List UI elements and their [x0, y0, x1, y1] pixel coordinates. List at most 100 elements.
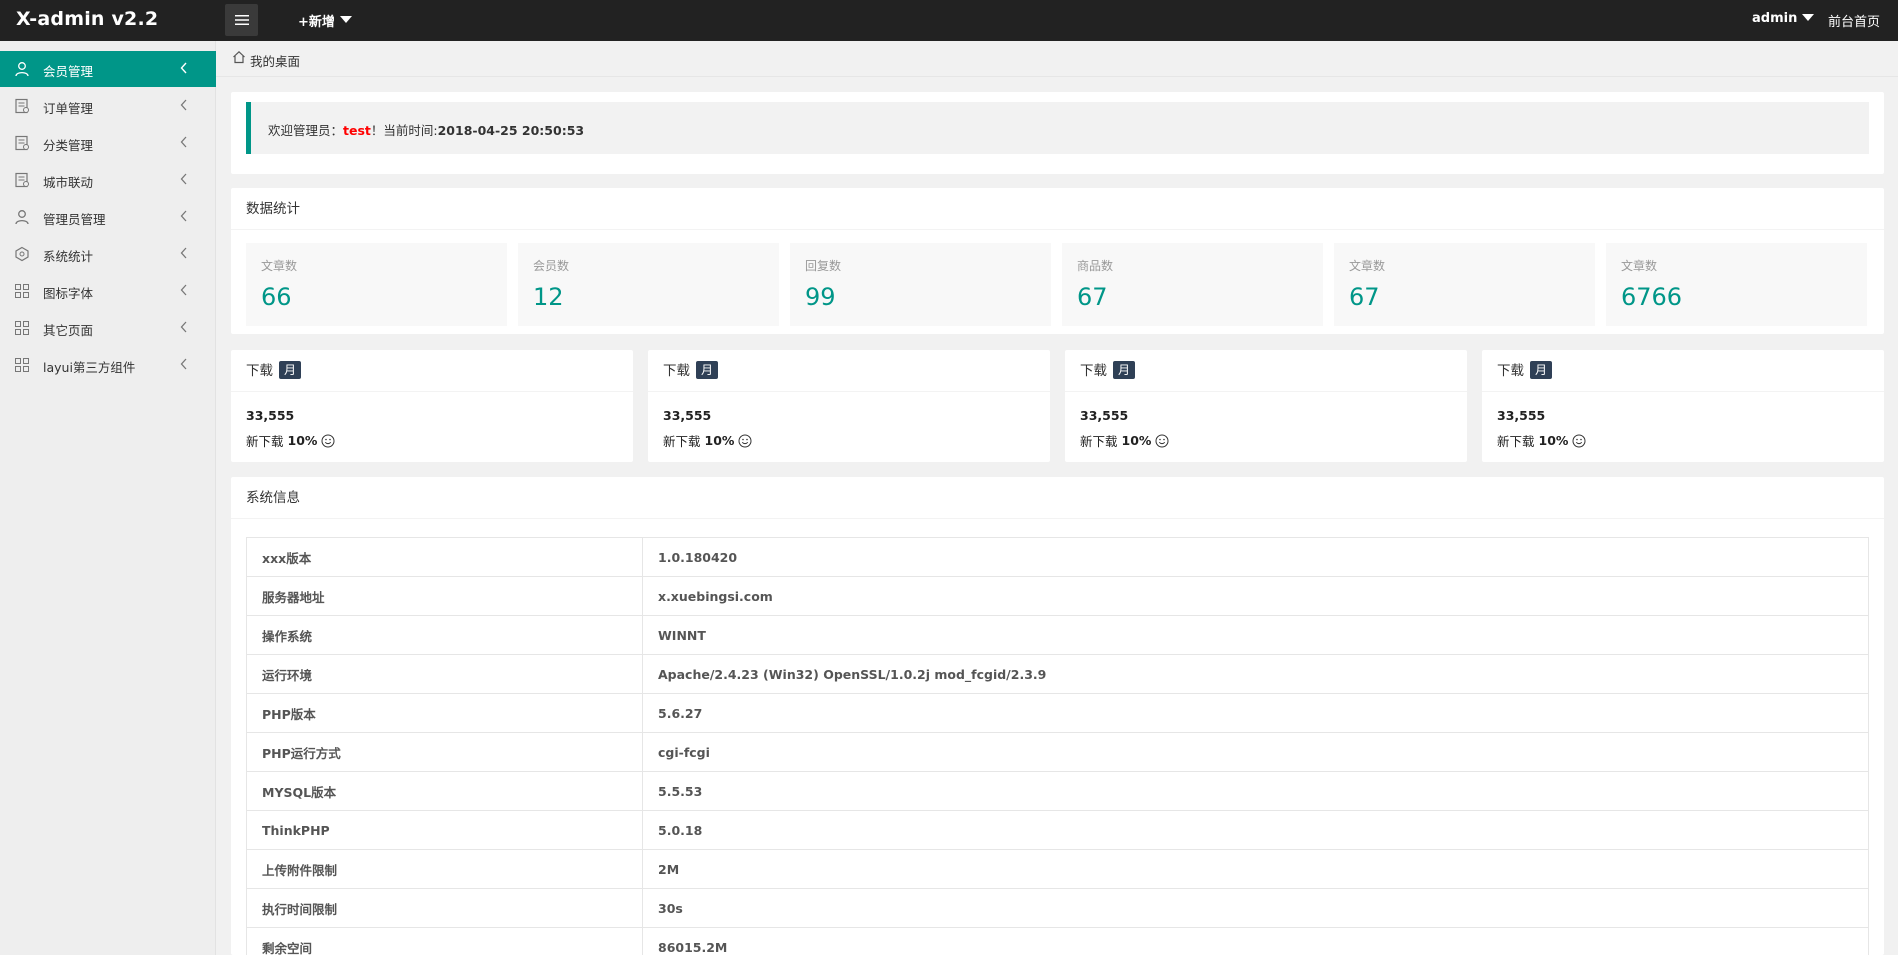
table-row: 执行时间限制 30s [246, 888, 1869, 928]
stat-label: 文章数 [1349, 259, 1386, 273]
info-value: x.xuebingsi.com [642, 576, 1869, 616]
table-row: MYSQL版本 5.5.53 [246, 771, 1869, 811]
stat-box[interactable]: 会员数 12 [518, 243, 779, 326]
table-row: 上传附件限制 2M [246, 849, 1869, 889]
info-key: 剩余空间 [246, 927, 643, 955]
stat-box[interactable]: 回复数 99 [790, 243, 1051, 326]
sidebar: 会员管理 订单管理 分类管理 城市联动 管理员管理 系统统计 图标字体 其它页面 [0, 41, 216, 955]
info-key: 执行时间限制 [246, 888, 643, 928]
sysinfo-table: xxx版本 1.0.180420 服务器地址 x.xuebingsi.com 操作系… [246, 537, 1869, 955]
sidebar-item-label: 会员管理 [43, 64, 94, 79]
chevron-left-icon [180, 284, 187, 296]
sidebar-item-other-pages[interactable]: 其它页面 [0, 310, 216, 346]
table-row: 剩余空间 86015.2M [246, 927, 1869, 955]
info-key: PHP运行方式 [246, 732, 643, 772]
sidebar-item-label: 城市联动 [43, 175, 94, 190]
table-row: xxx版本 1.0.180420 [246, 537, 1869, 577]
stat-value: 99 [805, 283, 836, 311]
sidebar-item-admin[interactable]: 管理员管理 [0, 199, 216, 235]
stat-value: 12 [533, 283, 564, 311]
stat-box[interactable]: 文章数 66 [246, 243, 507, 326]
category-icon [15, 135, 29, 151]
period-badge: 月 [279, 361, 302, 379]
stat-label: 会员数 [533, 259, 570, 273]
info-key: 服务器地址 [246, 576, 643, 616]
table-row: 服务器地址 x.xuebingsi.com [246, 576, 1869, 616]
stat-box[interactable]: 文章数 6766 [1606, 243, 1867, 326]
grid-icon [15, 284, 29, 298]
city-icon [15, 172, 29, 188]
info-key: 上传附件限制 [246, 849, 643, 889]
info-value: 5.5.53 [642, 771, 1869, 811]
hamburger-icon [234, 15, 249, 25]
add-new-menu[interactable]: +新增 [298, 11, 352, 30]
admin-menu[interactable]: admin [1752, 11, 1815, 26]
sidebar-item-member[interactable]: 会员管理 [0, 51, 216, 87]
welcome-card: 欢迎管理员：test！当前时间:2018-04-25 20:50:53 [231, 92, 1884, 174]
stat-value: 66 [261, 283, 292, 311]
sidebar-item-category[interactable]: 分类管理 [0, 125, 216, 161]
order-icon [15, 98, 29, 114]
home-icon [233, 50, 245, 64]
info-key: 运行环境 [246, 654, 643, 694]
info-value: 1.0.180420 [642, 537, 1869, 577]
breadcrumb-home-tab[interactable]: 我的桌面 [250, 51, 300, 70]
info-key: xxx版本 [246, 537, 643, 577]
stat-box[interactable]: 商品数 67 [1062, 243, 1323, 326]
new-downloads-pct: 10% [1121, 433, 1152, 448]
new-downloads-pct: 10% [1538, 433, 1569, 448]
app-logo[interactable]: X-admin v2.2 [16, 8, 158, 30]
sidebar-item-label: 其它页面 [43, 323, 94, 338]
sidebar-item-city[interactable]: 城市联动 [0, 162, 216, 198]
menu-toggle-button[interactable] [225, 4, 258, 36]
sidebar-item-order[interactable]: 订单管理 [0, 88, 216, 124]
download-title: 下载 [1080, 363, 1107, 379]
add-new-label: +新增 [298, 15, 335, 30]
table-row: PHP运行方式 cgi-fcgi [246, 732, 1869, 772]
welcome-prefix: 欢迎管理员： [268, 123, 344, 138]
sidebar-item-label: 管理员管理 [43, 212, 106, 227]
sidebar-item-stats[interactable]: 系统统计 [0, 236, 216, 272]
info-value: 5.6.27 [642, 693, 1869, 733]
new-downloads-label: 新下载 [1080, 434, 1118, 449]
stat-label: 回复数 [805, 259, 842, 273]
new-downloads-pct: 10% [287, 433, 318, 448]
chevron-left-icon [180, 62, 187, 74]
stat-value: 6766 [1621, 283, 1683, 311]
chevron-left-icon [180, 173, 187, 185]
admin-user-icon [15, 210, 29, 225]
sidebar-item-iconfont[interactable]: 图标字体 [0, 273, 216, 309]
grid-icon [15, 321, 29, 335]
period-badge: 月 [1530, 361, 1553, 379]
download-card-header: 下载月 [231, 350, 633, 392]
smile-icon [1572, 434, 1586, 447]
stat-box[interactable]: 文章数 67 [1334, 243, 1595, 326]
info-value: 30s [642, 888, 1869, 928]
smile-icon [1155, 434, 1169, 447]
front-home-link[interactable]: 前台首页 [1828, 11, 1880, 30]
download-title: 下载 [246, 363, 273, 379]
info-key: PHP版本 [246, 693, 643, 733]
breadcrumb: 我的桌面 [216, 41, 1898, 77]
welcome-time: 2018-04-25 20:50:53 [437, 123, 585, 138]
download-card-header: 下载月 [1482, 350, 1884, 392]
welcome-middle: ！当前时间: [370, 123, 438, 138]
sidebar-item-layui[interactable]: layui第三方组件 [0, 347, 216, 383]
sidebar-item-label: layui第三方组件 [43, 360, 136, 375]
info-value: cgi-fcgi [642, 732, 1869, 772]
sysinfo-title: 系统信息 [231, 477, 1884, 519]
admin-label: admin [1752, 11, 1798, 26]
download-card: 下载月 33,555 新下载 10% [648, 350, 1050, 462]
chevron-left-icon [180, 210, 187, 222]
chevron-left-icon [180, 321, 187, 333]
chevron-left-icon [180, 99, 187, 111]
info-value: 5.0.18 [642, 810, 1869, 850]
stat-value: 67 [1077, 283, 1108, 311]
download-value: 33,555 [1080, 408, 1129, 423]
top-header: X-admin v2.2 +新增 admin 前台首页 [0, 0, 1898, 41]
info-value: 86015.2M [642, 927, 1869, 955]
period-badge: 月 [696, 361, 719, 379]
chevron-left-icon [180, 358, 187, 370]
stat-label: 商品数 [1077, 259, 1114, 273]
download-value: 33,555 [1497, 408, 1546, 423]
